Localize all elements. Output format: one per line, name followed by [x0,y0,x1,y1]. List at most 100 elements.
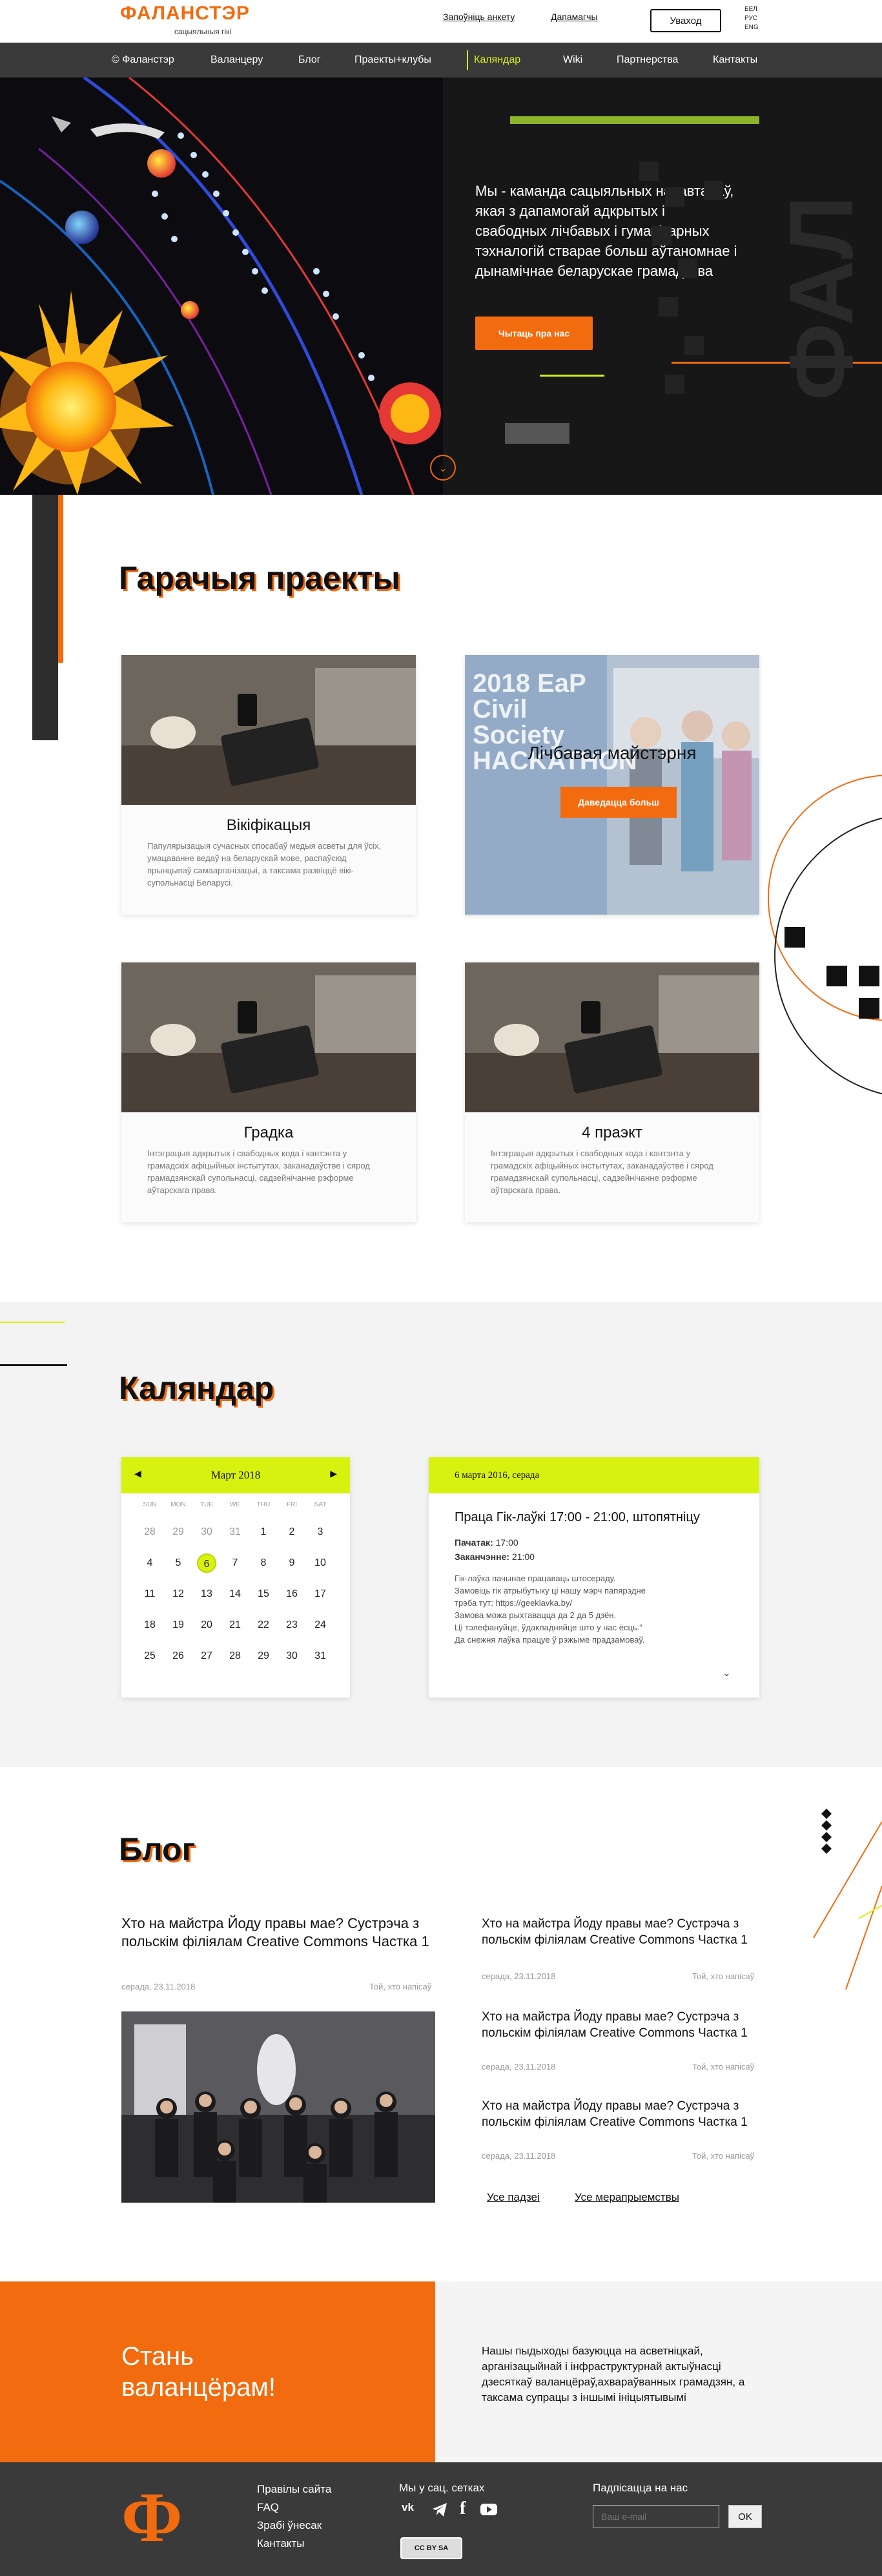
calendar-day[interactable]: 28 [221,1650,249,1662]
footer-logo[interactable]: Ф [121,2482,185,2553]
nav-item-partnership[interactable]: Партнерства [617,54,678,66]
calendar-week: 18 19 20 21 22 23 24 [136,1610,336,1641]
read-about-button[interactable]: Чытаць пра нас [475,317,593,350]
nav-item-blog[interactable]: Блог [298,54,321,66]
calendar-day[interactable]: 1 [249,1526,278,1538]
logo[interactable]: ФАЛАНСТЭР сацыяльныя гікі [120,3,249,39]
learn-more-button[interactable]: Даведацца больш [560,787,677,818]
lang-be[interactable]: БЕЛ [744,5,759,14]
post-title[interactable]: Хто на майстра Йоду правы мае? Сустрэча … [482,2098,759,2130]
footer-link-contacts[interactable]: Кантакты [257,2537,304,2550]
nav-item-falanster[interactable]: © Фаланстэр [112,54,174,66]
deco-diamonds [813,1809,882,1990]
calendar-day[interactable]: 23 [278,1619,306,1631]
calendar-day[interactable]: 26 [164,1650,192,1662]
calendar-day[interactable]: 30 [278,1650,306,1662]
calendar-day[interactable]: 24 [306,1619,334,1631]
calendar-day-number: 11 [144,1588,156,1599]
calendar-day[interactable]: 3 [306,1526,334,1538]
event-desc-line: Замова можа рыхтавацца да 2 да 5 дзён. [455,1610,617,1620]
calendar-grid: SUN MON TUE WE THU FRI SAT 28 29 30 31 1 2 3 4 5… [136,1501,336,1672]
volunteer-banner[interactable]: Стань валанцёрам! [0,2281,435,2462]
calendar-day[interactable]: 21 [221,1619,249,1631]
calendar-day-number: 9 [289,1557,295,1568]
calendar-day-selected[interactable]: 6 [192,1553,221,1573]
calendar-day[interactable]: 16 [278,1588,306,1600]
help-link[interactable]: Дапамагчы [551,12,598,22]
calendar-day[interactable]: 28 [136,1526,164,1538]
calendar-day-number: 13 [201,1588,212,1599]
project-card-gradka[interactable]: Градка Інтэграцыя адкрытых і свабодных к… [121,962,416,1222]
project-card-4[interactable]: 4 праэкт Інтэграцыя адкрытых і свабодных… [465,962,759,1222]
telegram-icon[interactable] [431,2501,448,2518]
nav-item-volunteer[interactable]: Валанцеру [210,54,263,66]
email-input[interactable] [593,2505,719,2528]
all-posts-link[interactable]: Усе падзеі [487,2191,540,2204]
calendar-day-number: 14 [229,1588,241,1599]
calendar-day-number: 12 [172,1588,184,1599]
calendar-day[interactable]: 15 [249,1588,278,1600]
main-post-title[interactable]: Хто на майстра Йоду правы мае? Сустрэча … [121,1915,438,1951]
calendar-day[interactable]: 11 [136,1588,164,1600]
calendar-day[interactable]: 14 [221,1588,249,1600]
calendar-day[interactable]: 30 [192,1526,221,1538]
footer: Ф Правілы сайта FAQ Зрабі ўнесак Кантакт… [0,2462,882,2576]
calendar-day[interactable]: 10 [306,1557,334,1569]
calendar-day[interactable]: 18 [136,1619,164,1631]
hero-bg-pattern: ФАЛ [639,161,872,400]
vk-icon[interactable]: vk [402,2501,418,2518]
login-button[interactable]: Уваход [650,9,721,32]
next-month-icon[interactable]: ▶ [330,1469,337,1479]
project-title: Вікіфікацыя [226,816,311,834]
post-title[interactable]: Хто на майстра Йоду правы мае? Сустрэча … [482,2009,759,2041]
fill-form-link[interactable]: Запоўніць анкету [443,12,515,22]
calendar-day[interactable]: 31 [306,1650,334,1662]
event-title[interactable]: Праца Гік-лаўкі 17:00 - 21:00, штопятніц… [455,1510,700,1525]
all-events-link[interactable]: Усе мерапрыемствы [575,2191,679,2204]
calendar-day[interactable]: 31 [221,1526,249,1538]
calendar-day[interactable]: 20 [192,1619,221,1631]
footer-link-rules[interactable]: Правілы сайта [257,2483,331,2496]
calendar-day[interactable]: 22 [249,1619,278,1631]
nav-item-contacts[interactable]: Кантакты [713,54,757,66]
project-image [465,962,759,1112]
main-post-image[interactable] [121,2011,435,2203]
calendar-day[interactable]: 29 [164,1526,192,1538]
calendar-day[interactable]: 29 [249,1650,278,1662]
calendar-day[interactable]: 19 [164,1619,192,1631]
calendar-day-number: 21 [229,1619,241,1630]
post-title[interactable]: Хто на майстра Йоду правы мае? Сустрэча … [482,1916,759,1948]
calendar-day[interactable]: 7 [221,1557,249,1569]
lang-en[interactable]: ENG [744,23,759,32]
calendar-day-number: 25 [144,1650,156,1661]
weekday: SUN [143,1501,157,1508]
nav-item-projects[interactable]: Праекты+клубы [354,54,431,66]
cc-license-badge[interactable]: CC BY SA [400,2537,462,2559]
calendar-day-number: 5 [175,1557,181,1568]
calendar-day[interactable]: 9 [278,1557,306,1569]
footer-link-donate[interactable]: Зрабі ўнесак [257,2519,322,2532]
nav-item-wiki[interactable]: Wiki [563,54,582,66]
nav-item-calendar[interactable]: Каляндар [474,54,520,66]
project-card-digital-workshop[interactable]: 2018 EaP Civil Society HACKATHON Лічбава… [465,655,759,915]
lang-ru[interactable]: РУС [744,14,759,23]
expand-chevron-icon[interactable]: ⌄ [723,1667,731,1679]
project-card-wikification[interactable]: Вікіфікацыя Папулярызацыя сучасных споса… [121,655,416,915]
calendar-day[interactable]: 27 [192,1650,221,1662]
calendar-day[interactable]: 25 [136,1650,164,1662]
facebook-icon[interactable]: f [460,2498,466,2519]
calendar-day[interactable]: 4 [136,1557,164,1569]
svg-text:ФАЛ: ФАЛ [770,196,872,400]
hero-grey-block [505,423,569,444]
youtube-icon[interactable] [479,2500,498,2519]
subscribe-ok-button[interactable]: OK [728,2505,762,2528]
calendar-day[interactable]: 17 [306,1588,334,1600]
calendar-day[interactable]: 5 [164,1557,192,1569]
calendar-day[interactable]: 12 [164,1588,192,1600]
scroll-down-icon[interactable]: ⌄ [430,455,456,481]
calendar-day[interactable]: 13 [192,1588,221,1600]
calendar-day[interactable]: 8 [249,1557,278,1569]
calendar-day[interactable]: 2 [278,1526,306,1538]
post-author: Той, хто напісаў [692,2062,755,2072]
footer-link-faq[interactable]: FAQ [257,2501,279,2514]
